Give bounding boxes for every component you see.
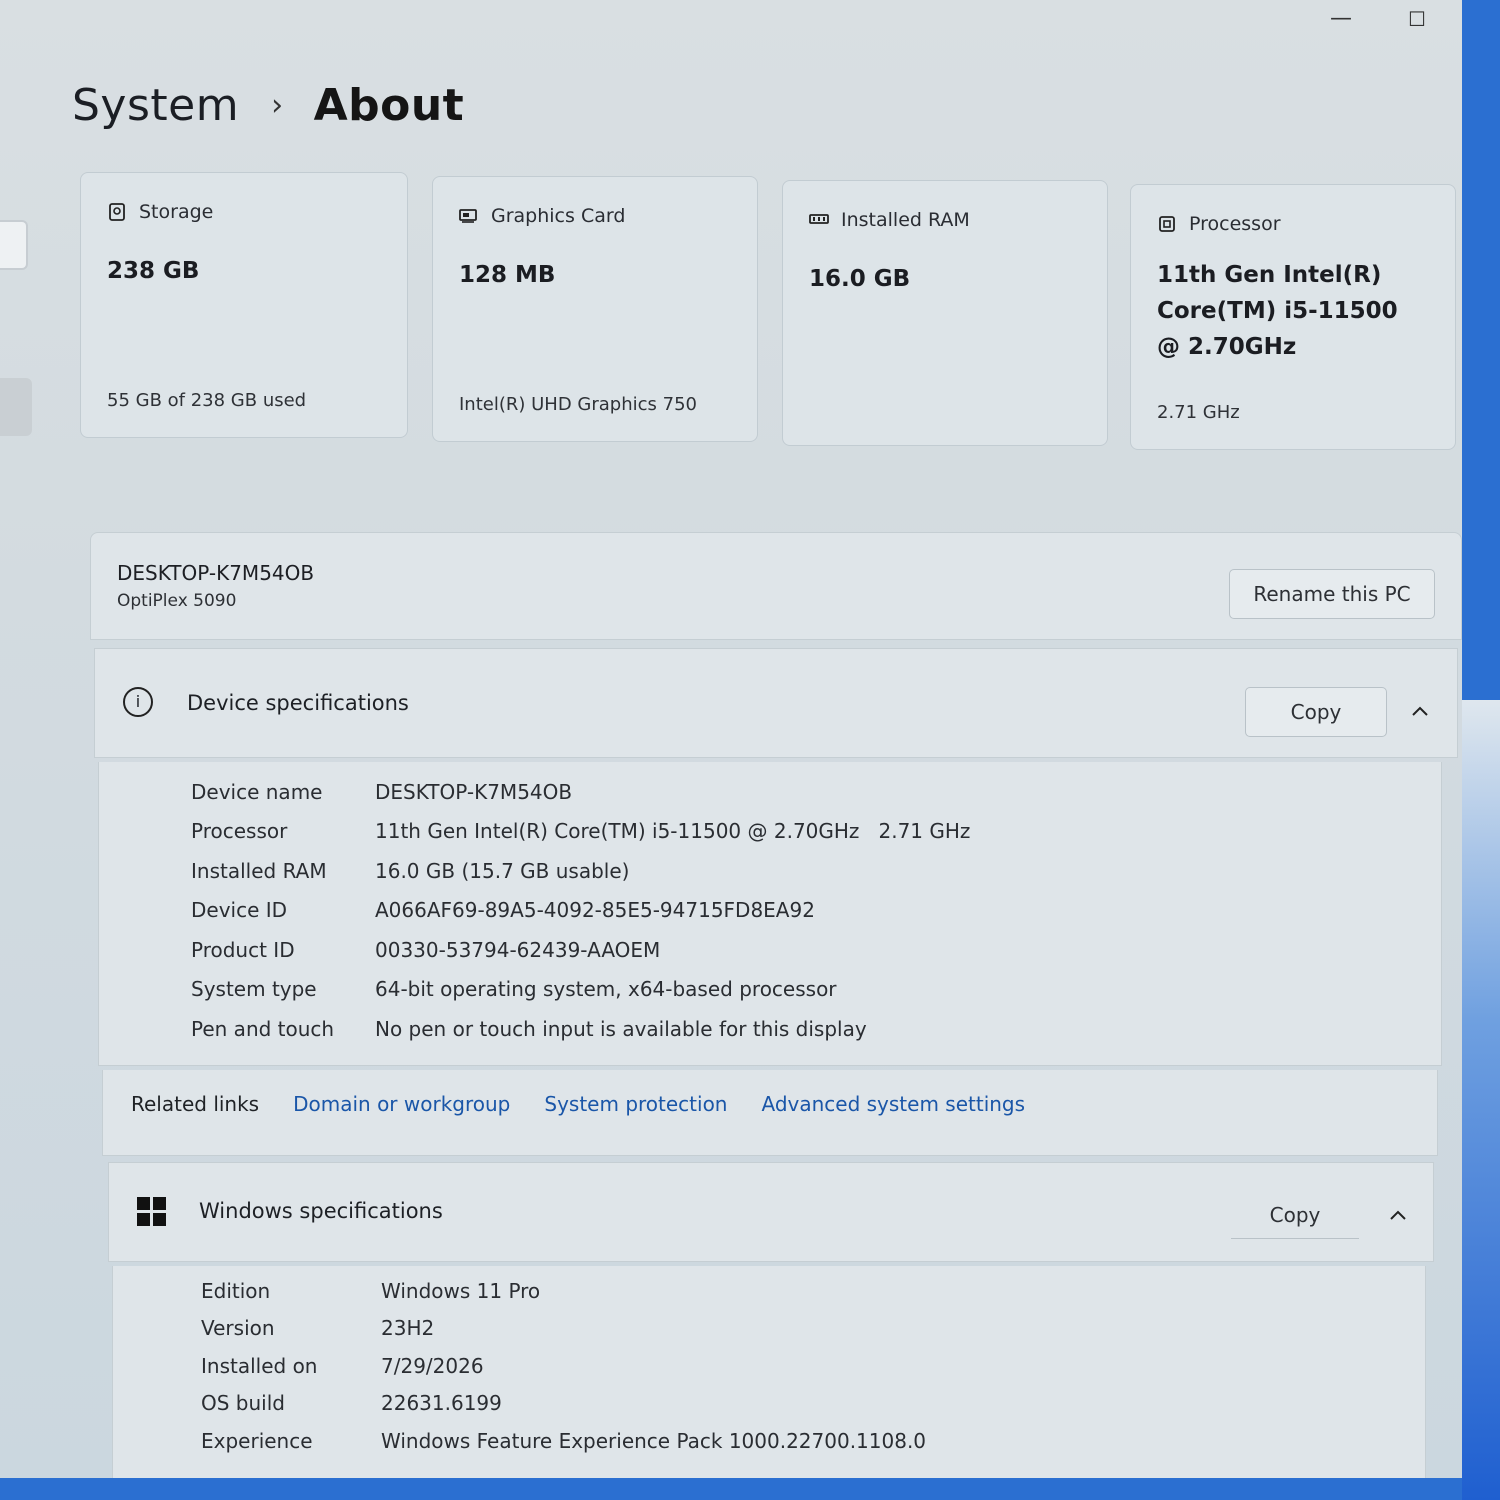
spec-row: Processor 11th Gen Intel(R) Core(TM) i5-1… (191, 812, 1441, 852)
storage-card[interactable]: Storage 238 GB 55 GB of 238 GB used (80, 172, 408, 438)
spec-value[interactable]: Windows Feature Experience Pack 1000.227… (381, 1429, 926, 1453)
selected-nav-item[interactable] (0, 378, 32, 436)
spec-row: Pen and touch No pen or touch input is av… (191, 1009, 1441, 1049)
processor-card[interactable]: Processor 11th Gen Intel(R) Core(TM) i5-… (1130, 184, 1456, 450)
chevron-right-icon: › (271, 88, 284, 123)
spec-key: Installed on (201, 1353, 318, 1378)
spec-value[interactable]: 22631.6199 (381, 1391, 502, 1415)
spec-key: Product ID (191, 937, 295, 962)
section-title: Device specifications (187, 691, 409, 715)
spec-value[interactable]: 64-bit operating system, x64-based proce… (375, 977, 837, 1001)
card-value: 16.0 GB (809, 266, 911, 292)
chevron-up-icon[interactable] (1389, 1209, 1407, 1221)
spec-key: Edition (201, 1278, 271, 1303)
spec-row: OS build 22631.6199 (201, 1385, 1425, 1423)
link-advanced-system-settings[interactable]: Advanced system settings (761, 1092, 1025, 1116)
spec-value[interactable]: DESKTOP-K7M54OB (375, 780, 572, 804)
spec-value[interactable]: 23H2 (381, 1316, 434, 1340)
card-value: 238 GB (107, 258, 200, 284)
ram-icon (809, 211, 829, 229)
spec-row: Installed RAM 16.0 GB (15.7 GB usable) (191, 851, 1441, 891)
spec-key: Version (201, 1316, 275, 1341)
card-title: Installed RAM (841, 209, 970, 231)
minimize-button[interactable]: — (1326, 4, 1356, 34)
spec-row: Experience Windows Feature Experience Pac… (201, 1422, 1425, 1460)
card-title: Processor (1189, 213, 1281, 235)
section-title: Windows specifications (199, 1199, 443, 1223)
spec-key: Device name (191, 779, 323, 804)
spec-key: Pen and touch (191, 1016, 335, 1041)
card-subtext: 2.71 GHz (1157, 402, 1240, 423)
spec-row: Installed on 7/29/2026 (201, 1347, 1425, 1385)
spec-value[interactable]: 16.0 GB (15.7 GB usable) (375, 859, 629, 883)
spec-key: Installed RAM (191, 858, 327, 883)
graphics-card-card[interactable]: Graphics Card 128 MB Intel(R) UHD Graphi… (432, 176, 758, 442)
search-icon[interactable] (0, 220, 28, 270)
spec-value[interactable]: A066AF69-89A5-4092-85E5-94715FD8EA92 (375, 898, 815, 922)
copy-device-specs-button[interactable]: Copy (1245, 687, 1387, 737)
settings-window: — ☐ ✕ System › About Storage 238 GB 55 G… (0, 0, 1462, 1478)
spec-row: Edition Windows 11 Pro (201, 1272, 1425, 1310)
copy-windows-specs-button[interactable]: Copy (1231, 1193, 1359, 1239)
related-links-label: Related links (131, 1092, 260, 1116)
spec-value[interactable]: 7/29/2026 (381, 1354, 484, 1378)
windows-specs-body: Edition Windows 11 Pro Version 23H2 Instal… (112, 1266, 1426, 1478)
link-system-protection[interactable]: System protection (544, 1092, 727, 1116)
spec-value[interactable]: Windows 11 Pro (381, 1279, 540, 1303)
windows-specs-header[interactable]: Windows specifications Copy (108, 1162, 1434, 1262)
installed-ram-card[interactable]: Installed RAM 16.0 GB (782, 180, 1108, 446)
storage-icon (107, 203, 127, 221)
related-links-bar: Related links Domain or workgroup System… (102, 1070, 1438, 1156)
spec-row: Device ID A066AF69-89A5-4092-85E5-94715FD… (191, 891, 1441, 931)
spec-value[interactable]: 11th Gen Intel(R) Core(TM) i5-11500 @ 2.… (375, 819, 970, 843)
graphics-card-icon (459, 207, 479, 225)
maximize-button[interactable]: ☐ (1402, 4, 1432, 34)
breadcrumb-parent[interactable]: System (72, 80, 239, 131)
spec-key: OS build (201, 1391, 285, 1416)
page-title: About (313, 80, 465, 131)
spec-row: Version 23H2 (201, 1310, 1425, 1348)
spec-row: System type 64-bit operating system, x64-… (191, 970, 1441, 1010)
rename-pc-button[interactable]: Rename this PC (1229, 569, 1435, 619)
card-value: 11th Gen Intel(R) Core(TM) i5-11500 @ 2.… (1157, 262, 1398, 360)
card-title: Graphics Card (491, 205, 626, 227)
desktop-background (1462, 700, 1500, 1500)
chevron-up-icon[interactable] (1411, 705, 1429, 717)
processor-icon (1157, 215, 1177, 233)
spec-value[interactable]: No pen or touch input is available for t… (375, 1017, 867, 1041)
card-subtext: 55 GB of 238 GB used (107, 390, 307, 411)
spec-key: Experience (201, 1428, 313, 1453)
spec-row: Product ID 00330-53794-62439-AAOEM (191, 930, 1441, 970)
card-title: Storage (139, 201, 214, 223)
device-specs-header[interactable]: i Device specifications Copy (94, 648, 1458, 758)
spec-key: System type (191, 977, 317, 1002)
spec-key: Processor (191, 819, 288, 844)
link-domain-or-workgroup[interactable]: Domain or workgroup (293, 1092, 510, 1116)
pc-name-panel: DESKTOP-K7M54OB OptiPlex 5090 Rename thi… (90, 532, 1462, 640)
info-icon: i (123, 687, 153, 717)
windows-logo-icon (137, 1197, 166, 1226)
breadcrumb: System › About (72, 80, 464, 131)
spec-value[interactable]: 00330-53794-62439-AAOEM (375, 938, 660, 962)
spec-row: Device name DESKTOP-K7M54OB (191, 772, 1441, 812)
device-specs-body: Device name DESKTOP-K7M54OB Processor 11th… (98, 762, 1442, 1066)
spec-key: Device ID (191, 898, 288, 923)
card-subtext: Intel(R) UHD Graphics 750 (459, 394, 697, 415)
card-value: 128 MB (459, 262, 556, 288)
